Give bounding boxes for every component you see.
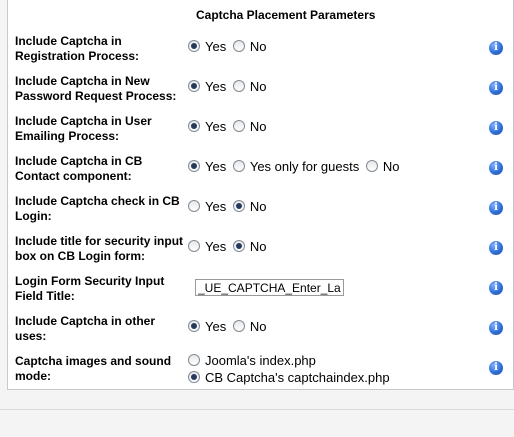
footer-divider <box>0 409 514 410</box>
option-yes[interactable]: Yes <box>188 318 226 336</box>
radio-group-captcha-mode: Joomla's index.php CB Captcha's captchai… <box>188 352 438 386</box>
radio-no[interactable] <box>232 120 245 132</box>
info-icon[interactable]: i <box>489 41 503 55</box>
option-no[interactable]: No <box>232 78 266 96</box>
label-login-title: Include title for security input box on … <box>15 234 184 263</box>
label-other-uses: Include Captcha in other uses: <box>15 314 156 343</box>
info-icon[interactable]: i <box>489 361 503 375</box>
radio-yes[interactable] <box>188 200 200 212</box>
option-no[interactable]: No <box>232 318 266 336</box>
radio-no[interactable] <box>232 40 245 52</box>
radio-group-cb-login: Yes No <box>188 198 269 216</box>
radio-group-login-title: Yes No <box>188 238 269 256</box>
radio-no[interactable] <box>365 160 378 172</box>
option-yes[interactable]: Yes <box>188 78 226 96</box>
info-icon[interactable]: i <box>489 281 503 295</box>
radio-yes-guests[interactable] <box>232 160 245 172</box>
option-yes[interactable]: Yes <box>188 38 226 56</box>
radio-group-user-emailing: Yes No <box>188 118 269 136</box>
label-password-request: Include Captcha in New Password Request … <box>15 74 177 103</box>
label-login-input-title: Login Form Security Input Field Title: <box>15 274 165 303</box>
radio-group-cb-contact: Yes Yes only for guests No <box>188 158 402 176</box>
radio-yes[interactable] <box>188 240 200 252</box>
radio-group-other-uses: Yes No <box>188 318 269 336</box>
info-icon[interactable]: i <box>489 321 503 335</box>
option-no[interactable]: No <box>232 38 266 56</box>
captcha-placement-panel: Captcha Placement Parameters Include Cap… <box>7 0 514 390</box>
radio-yes-selected[interactable] <box>188 120 200 132</box>
security-input-title-field[interactable] <box>195 279 344 296</box>
label-registration: Include Captcha in Registration Process: <box>15 34 140 63</box>
label-user-emailing: Include Captcha in User Emailing Process… <box>15 114 152 143</box>
option-joomla-index[interactable]: Joomla's index.php <box>188 352 316 369</box>
option-no[interactable]: No <box>232 238 266 256</box>
radio-no[interactable] <box>232 320 245 332</box>
radio-group-password-request: Yes No <box>188 78 269 96</box>
radio-yes-selected[interactable] <box>188 80 200 92</box>
radio-no[interactable] <box>232 80 245 92</box>
info-icon[interactable]: i <box>489 201 503 215</box>
radio-yes-selected[interactable] <box>188 320 200 332</box>
radio-cb-captchaindex-selected[interactable] <box>188 371 200 383</box>
option-no[interactable]: No <box>232 118 266 136</box>
radio-group-registration: Yes No <box>188 38 269 56</box>
label-captcha-mode: Captcha images and sound mode: <box>15 354 172 383</box>
radio-no-selected[interactable] <box>232 200 245 212</box>
option-cb-captchaindex[interactable]: CB Captcha's captchaindex.php <box>188 369 390 386</box>
option-yes[interactable]: Yes <box>188 238 226 256</box>
radio-no-selected[interactable] <box>232 240 245 252</box>
info-icon[interactable]: i <box>489 241 503 255</box>
label-cb-login: Include Captcha check in CB Login: <box>15 194 180 223</box>
option-no[interactable]: No <box>232 198 266 216</box>
option-yes-guests[interactable]: Yes only for guests <box>232 158 359 176</box>
label-cb-contact: Include Captcha in CB Contact component: <box>15 154 143 183</box>
option-yes[interactable]: Yes <box>188 198 226 216</box>
radio-yes-selected[interactable] <box>188 160 200 172</box>
info-icon[interactable]: i <box>489 161 503 175</box>
radio-joomla-index[interactable] <box>188 354 200 366</box>
info-icon[interactable]: i <box>489 81 503 95</box>
info-icon[interactable]: i <box>489 121 503 135</box>
option-no[interactable]: No <box>365 158 399 176</box>
section-title: Captcha Placement Parameters <box>196 8 376 22</box>
option-yes[interactable]: Yes <box>188 118 226 136</box>
radio-yes-selected[interactable] <box>188 40 200 52</box>
option-yes[interactable]: Yes <box>188 158 226 176</box>
